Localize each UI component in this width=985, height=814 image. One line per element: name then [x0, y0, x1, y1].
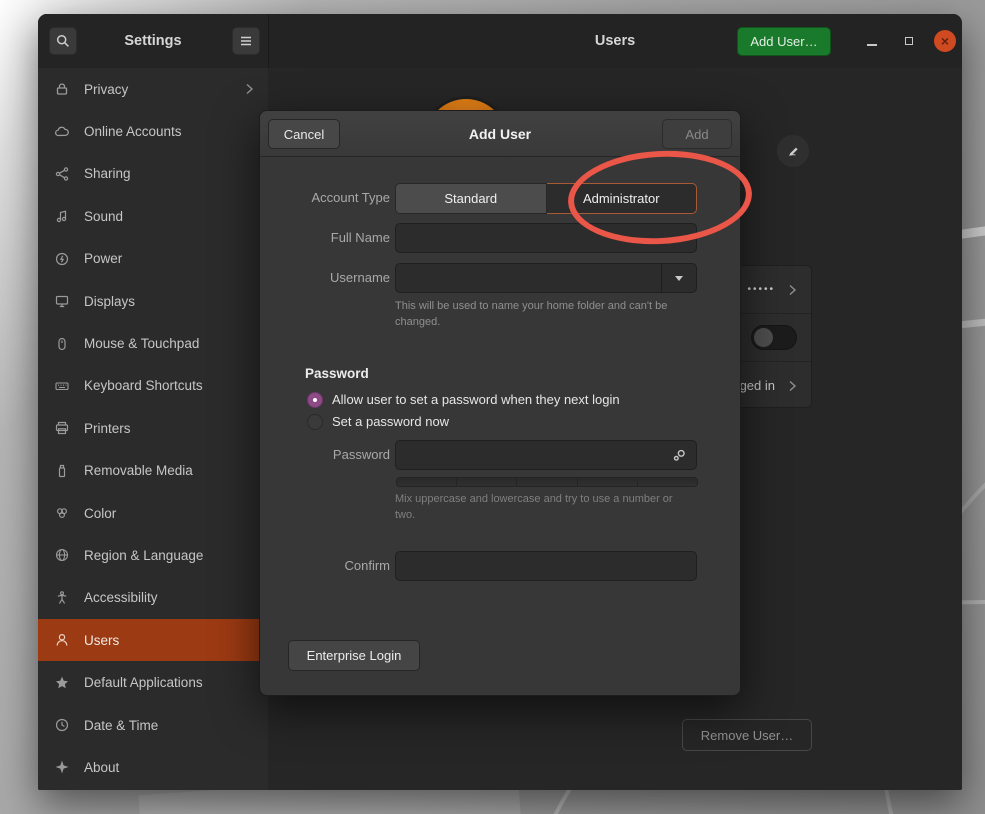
globe-icon: [54, 547, 70, 563]
confirm-input[interactable]: [395, 551, 697, 581]
password-input[interactable]: [395, 440, 697, 470]
generate-password-icon[interactable]: [671, 447, 688, 464]
desktop: Settings Users Add User… × PrivacyOnline…: [0, 0, 985, 814]
star-icon: [54, 675, 70, 691]
about-icon: [54, 759, 70, 775]
cancel-button[interactable]: Cancel: [268, 119, 340, 149]
full-name-label: Full Name: [260, 223, 390, 253]
radio-label-password-now: Set a password now: [332, 413, 449, 431]
full-name-input[interactable]: [395, 223, 697, 253]
pencil-icon: [786, 144, 801, 159]
password-label: Password: [260, 440, 390, 470]
sidebar-item-users[interactable]: Users: [38, 619, 268, 661]
add-button[interactable]: Add: [662, 119, 732, 149]
chevron-right-icon: [245, 83, 254, 95]
sidebar-item-sharing[interactable]: Sharing: [38, 153, 268, 195]
sidebar-item-accessibility[interactable]: Accessibility: [38, 577, 268, 619]
sidebar-item-removable-media[interactable]: Removable Media: [38, 450, 268, 492]
sidebar: PrivacyOnline AccountsSharingSoundPowerD…: [38, 68, 269, 790]
sidebar-item-power[interactable]: Power: [38, 238, 268, 280]
share-icon: [54, 166, 70, 182]
sidebar-item-online-accounts[interactable]: Online Accounts: [38, 110, 268, 152]
sidebar-item-keyboard-shortcuts[interactable]: Keyboard Shortcuts: [38, 365, 268, 407]
remove-user-button[interactable]: Remove User…: [682, 719, 812, 751]
minimize-icon: [867, 44, 877, 46]
username-combo-input[interactable]: [395, 263, 697, 293]
headerbar-sidebar-section: Settings: [38, 14, 269, 68]
sidebar-item-mouse-touchpad[interactable]: Mouse & Touchpad: [38, 322, 268, 364]
printer-icon: [54, 420, 70, 436]
accessibility-icon: [54, 590, 70, 606]
headerbar: Settings Users Add User… ×: [38, 14, 962, 69]
page-title: Users: [268, 14, 962, 68]
password-strength-meter: [396, 477, 698, 487]
users-icon: [54, 632, 70, 648]
color-icon: [54, 505, 70, 521]
settings-window: Settings Users Add User… × PrivacyOnline…: [38, 14, 962, 790]
removable-icon: [54, 463, 70, 479]
password-section-heading: Password: [305, 366, 369, 381]
primary-menu-button[interactable]: [232, 27, 260, 55]
mouse-icon: [54, 336, 70, 352]
edit-avatar-button[interactable]: [776, 134, 810, 168]
lock-icon: [54, 81, 70, 97]
hamburger-menu-icon: [239, 35, 253, 47]
sidebar-item-about[interactable]: About: [38, 746, 268, 788]
password-strength-hint: Mix uppercase and lowercase and try to u…: [395, 492, 693, 524]
radio-set-password-next-login[interactable]: [307, 392, 323, 408]
standard-button[interactable]: Standard: [395, 183, 547, 214]
sidebar-item-default-applications[interactable]: Default Applications: [38, 661, 268, 703]
chevron-down-icon: [675, 276, 683, 281]
cloud-icon: [54, 124, 70, 140]
app-title: Settings: [78, 14, 228, 68]
username-hint: This will be used to name your home fold…: [395, 299, 693, 331]
search-button[interactable]: [49, 27, 77, 55]
clock-icon: [54, 717, 70, 733]
password-dots: •••••: [747, 284, 775, 295]
sidebar-item-date-time[interactable]: Date & Time: [38, 704, 268, 746]
chevron-right-icon: [788, 284, 797, 296]
enterprise-login-button[interactable]: Enterprise Login: [288, 640, 420, 671]
radio-set-password-now[interactable]: [307, 414, 323, 430]
toggle-switch[interactable]: [751, 325, 797, 350]
add-user-dialog: Add User Cancel Add Account Type Standar…: [259, 110, 741, 696]
sidebar-item-displays[interactable]: Displays: [38, 280, 268, 322]
close-button[interactable]: ×: [934, 30, 956, 52]
display-icon: [54, 293, 70, 309]
confirm-label: Confirm: [260, 551, 390, 581]
session-row-text: ged in: [740, 378, 775, 393]
add-user-header-button[interactable]: Add User…: [737, 27, 831, 56]
sidebar-item-color[interactable]: Color: [38, 492, 268, 534]
sidebar-item-sound[interactable]: Sound: [38, 195, 268, 237]
sidebar-item-privacy[interactable]: Privacy: [38, 68, 268, 110]
username-label: Username: [260, 263, 390, 293]
maximize-icon: [905, 37, 913, 45]
window-controls: ×: [860, 29, 956, 53]
search-icon: [55, 33, 71, 49]
maximize-button[interactable]: [897, 29, 921, 53]
sidebar-item-region-language[interactable]: Region & Language: [38, 534, 268, 576]
account-type-label: Account Type: [260, 183, 390, 213]
keyboard-icon: [54, 378, 70, 394]
account-type-segmented: Standard Administrator: [395, 183, 697, 214]
radio-label-next-login: Allow user to set a password when they n…: [332, 391, 620, 409]
sidebar-item-printers[interactable]: Printers: [38, 407, 268, 449]
username-dropdown-button[interactable]: [661, 264, 696, 292]
toggle-knob: [754, 328, 773, 347]
power-icon: [54, 251, 70, 267]
chevron-right-icon: [788, 380, 797, 392]
administrator-button[interactable]: Administrator: [547, 183, 698, 214]
minimize-button[interactable]: [860, 29, 884, 53]
sound-icon: [54, 208, 70, 224]
